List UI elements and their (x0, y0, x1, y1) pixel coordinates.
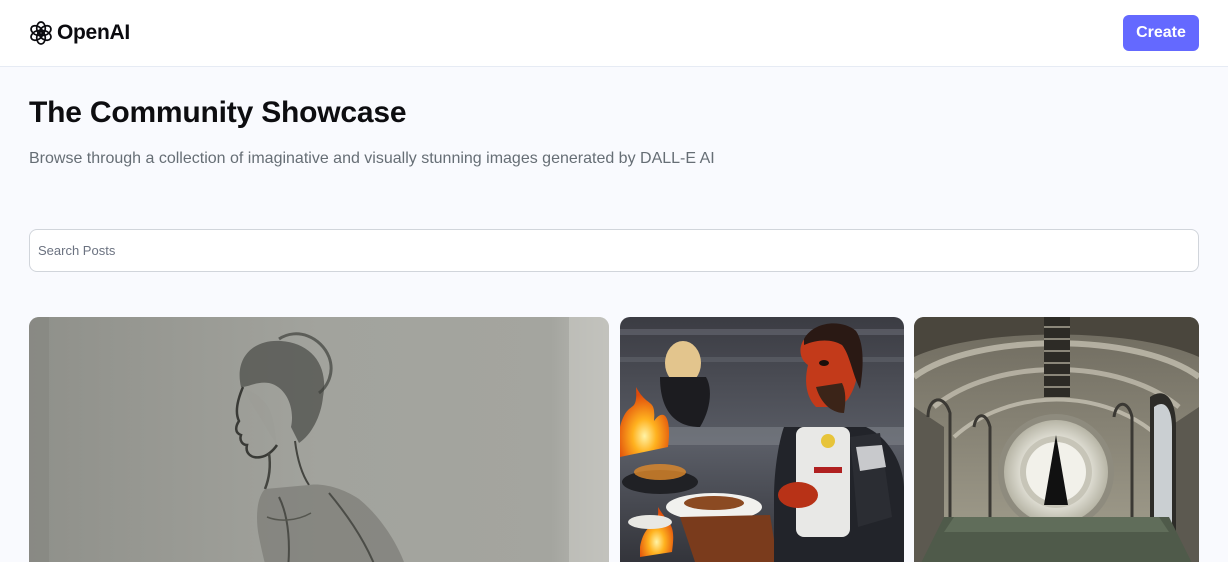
klingon-chef-image (620, 317, 904, 562)
page-subtitle: Browse through a collection of imaginati… (29, 150, 715, 167)
gallery-card[interactable] (620, 317, 904, 562)
gallery-card[interactable] (29, 317, 609, 562)
gallery-card[interactable] (914, 317, 1199, 562)
top-navbar: OpenAI Create (0, 0, 1228, 67)
corridor-portal-image (914, 317, 1199, 562)
openai-knot-icon (30, 21, 52, 45)
page-title: The Community Showcase (29, 96, 407, 129)
search-input[interactable] (30, 230, 1198, 271)
openai-logo[interactable]: OpenAI (28, 19, 130, 47)
sketch-portrait-image (29, 317, 609, 562)
logo-text: OpenAI (57, 21, 130, 44)
create-button[interactable]: Create (1123, 15, 1199, 51)
search-field (29, 229, 1199, 272)
